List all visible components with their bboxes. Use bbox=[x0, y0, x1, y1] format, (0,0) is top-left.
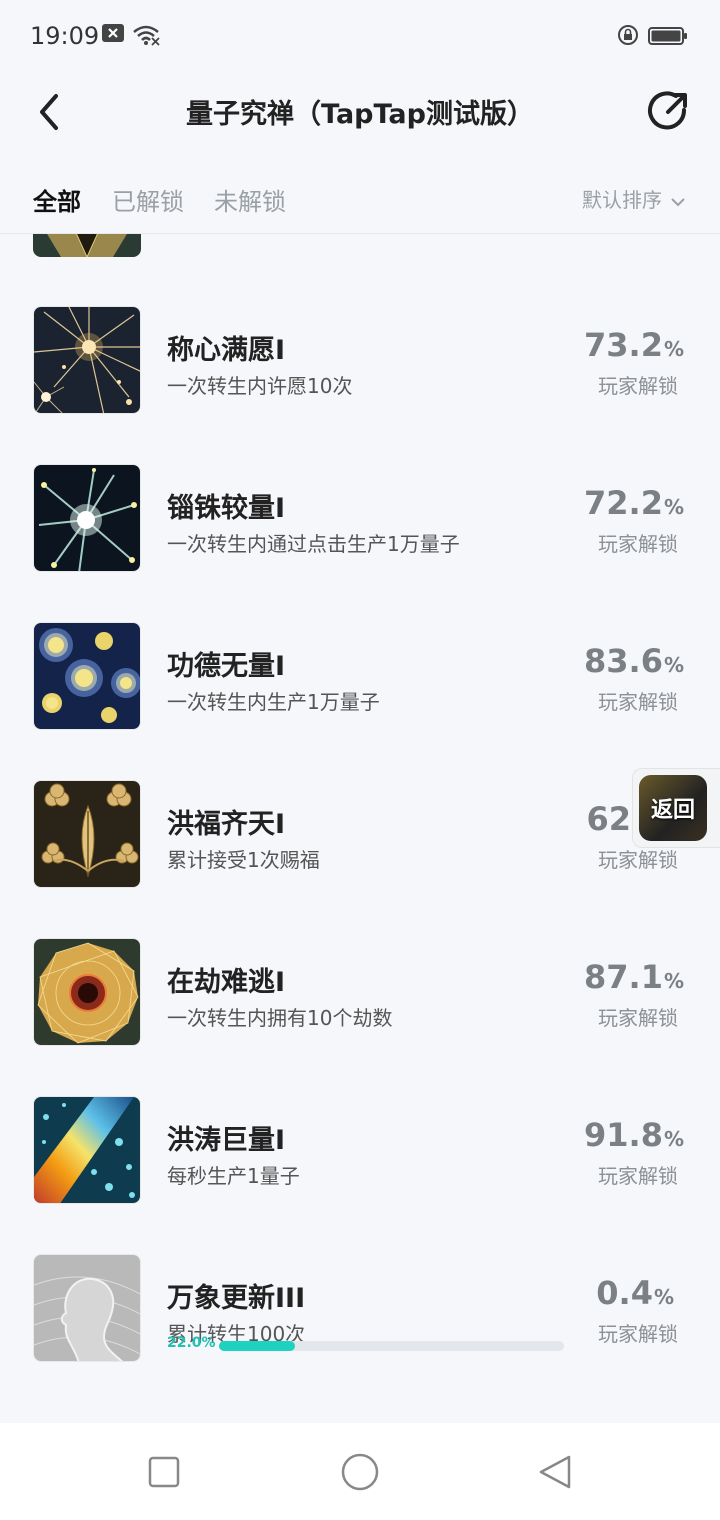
achievement-progress: 22.0% bbox=[167, 1335, 567, 1352]
page-title: 量子究禅（TapTap测试版） bbox=[186, 99, 534, 130]
list-item[interactable]: 称心满愿I 一次转生内许愿10次 73.2% 玩家解锁 bbox=[0, 306, 720, 416]
home-icon[interactable] bbox=[341, 1453, 379, 1495]
achievement-name: 洪福齐天I bbox=[167, 809, 286, 840]
list-item[interactable]: 万象更新III 累计转生100次 22.0% 0.4% 玩家解锁 bbox=[0, 1254, 720, 1364]
achievement-thumbnail bbox=[33, 464, 141, 572]
progress-track bbox=[219, 1341, 564, 1351]
unlock-label: 玩家解锁 bbox=[598, 532, 678, 556]
sort-label: 默认排序 bbox=[582, 188, 662, 212]
system-nav-bar bbox=[0, 1423, 720, 1520]
achievement-desc: 一次转生内许愿10次 bbox=[167, 374, 353, 398]
rotation-lock-icon bbox=[617, 24, 639, 50]
chevron-down-icon bbox=[671, 197, 685, 206]
achievement-name: 称心满愿I bbox=[167, 335, 286, 366]
unlock-percentage: 62 bbox=[586, 800, 631, 838]
unlock-percentage: 73.2% bbox=[584, 326, 684, 364]
unlock-label: 玩家解锁 bbox=[598, 848, 678, 872]
status-time: 19:09 bbox=[30, 22, 100, 50]
unlock-label: 玩家解锁 bbox=[598, 1006, 678, 1030]
achievement-list: 称心满愿I 一次转生内许愿10次 73.2% 玩家解锁 锱铢较量I 一次转生内通… bbox=[0, 234, 720, 1422]
achievement-desc: 每秒生产1量子 bbox=[167, 1164, 300, 1188]
achievement-desc: 累计接受1次赐福 bbox=[167, 848, 320, 872]
achievement-thumbnail bbox=[33, 1254, 141, 1362]
unlock-percentage: 83.6% bbox=[584, 642, 684, 680]
unlock-percentage: 91.8% bbox=[584, 1116, 684, 1154]
list-item[interactable]: 功德无量I 一次转生内生产1万量子 83.6% 玩家解锁 bbox=[0, 622, 720, 732]
achievement-name: 万象更新III bbox=[167, 1283, 306, 1314]
achievement-desc: 一次转生内生产1万量子 bbox=[167, 690, 380, 714]
achievement-name: 锱铢较量I bbox=[167, 493, 286, 524]
progress-text: 22.0% bbox=[167, 1335, 216, 1351]
top-bar: 量子究禅（TapTap测试版） bbox=[0, 70, 720, 160]
list-item[interactable]: 洪福齐天I 累计接受1次赐福 62 玩家解锁 bbox=[0, 780, 720, 890]
list-item[interactable]: 锱铢较量I 一次转生内通过点击生产1万量子 72.2% 玩家解锁 bbox=[0, 464, 720, 574]
achievement-name: 功德无量I bbox=[167, 651, 286, 682]
achievement-thumbnail bbox=[33, 622, 141, 730]
unlock-percentage: 72.2% bbox=[584, 484, 684, 522]
sort-dropdown[interactable]: 默认排序 bbox=[582, 184, 686, 213]
back-triangle-icon[interactable] bbox=[538, 1454, 572, 1494]
recent-apps-icon[interactable] bbox=[148, 1456, 180, 1492]
achievement-name: 洪涛巨量I bbox=[167, 1125, 286, 1156]
unlock-percentage: 0.4% bbox=[596, 1274, 674, 1312]
back-chevron-icon bbox=[40, 94, 58, 130]
return-label: 返回 bbox=[639, 775, 707, 841]
achievement-thumbnail bbox=[33, 1096, 141, 1204]
progress-fill bbox=[219, 1341, 295, 1351]
unlock-percentage: 87.1% bbox=[584, 958, 684, 996]
battery-icon bbox=[648, 27, 688, 49]
tab-unlocked[interactable]: 已解锁 bbox=[112, 182, 184, 217]
achievement-desc: 一次转生内拥有10个劫数 bbox=[167, 1006, 393, 1030]
unlock-label: 玩家解锁 bbox=[598, 1322, 678, 1346]
status-bar: 19:09 bbox=[0, 0, 720, 70]
achievement-thumbnail bbox=[33, 234, 141, 257]
share-button[interactable] bbox=[646, 88, 690, 136]
unlock-label: 玩家解锁 bbox=[598, 690, 678, 714]
achievement-thumbnail bbox=[33, 780, 141, 888]
achievement-desc: 一次转生内通过点击生产1万量子 bbox=[167, 532, 460, 556]
list-item[interactable]: 在劫难逃I 一次转生内拥有10个劫数 87.1% 玩家解锁 bbox=[0, 938, 720, 1048]
achievement-thumbnail bbox=[33, 306, 141, 414]
unlock-label: 玩家解锁 bbox=[598, 374, 678, 398]
tab-locked[interactable]: 未解锁 bbox=[214, 182, 286, 217]
achievement-thumbnail bbox=[33, 938, 141, 1046]
achievement-name: 在劫难逃I bbox=[167, 967, 286, 998]
back-button[interactable] bbox=[28, 88, 72, 136]
list-item[interactable]: 洪涛巨量I 每秒生产1量子 91.8% 玩家解锁 bbox=[0, 1096, 720, 1206]
filter-tabs: 全部 已解锁 未解锁 默认排序 bbox=[0, 160, 720, 234]
floating-return-button[interactable]: 返回 bbox=[632, 768, 720, 848]
wifi-icon bbox=[132, 24, 160, 50]
share-icon bbox=[648, 91, 687, 130]
notification-x-icon bbox=[102, 24, 124, 46]
unlock-label: 玩家解锁 bbox=[598, 1164, 678, 1188]
tab-all[interactable]: 全部 bbox=[33, 182, 81, 217]
